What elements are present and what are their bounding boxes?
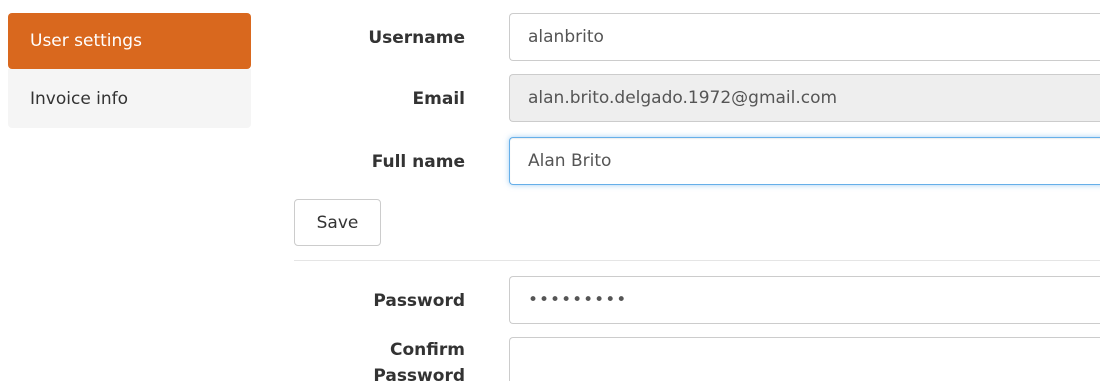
confirm-password-input[interactable]: [509, 337, 1100, 381]
email-row: Email: [292, 74, 1100, 124]
password-row: Password: [292, 276, 1100, 326]
confirm-password-row: Confirm Password: [292, 337, 1100, 381]
username-label: Username: [368, 28, 465, 48]
save-button[interactable]: Save: [294, 199, 381, 246]
fullname-label: Full name: [371, 152, 465, 172]
email-input[interactable]: [509, 74, 1100, 122]
settings-sidebar: User settings Invoice info: [8, 13, 251, 128]
fullname-input[interactable]: [509, 137, 1100, 185]
settings-page: User settings Invoice info Username Emai…: [0, 0, 1100, 381]
password-label: Password: [373, 291, 465, 311]
sidebar-item-invoice-info[interactable]: Invoice info: [8, 69, 251, 128]
username-row: Username: [292, 13, 1100, 63]
password-input[interactable]: [509, 276, 1100, 324]
form-divider: [294, 260, 1100, 261]
fullname-row: Full name: [292, 137, 1100, 187]
email-label: Email: [412, 89, 465, 109]
username-input[interactable]: [509, 13, 1100, 61]
sidebar-item-user-settings[interactable]: User settings: [8, 13, 251, 69]
confirm-password-label: Confirm Password: [373, 340, 465, 381]
